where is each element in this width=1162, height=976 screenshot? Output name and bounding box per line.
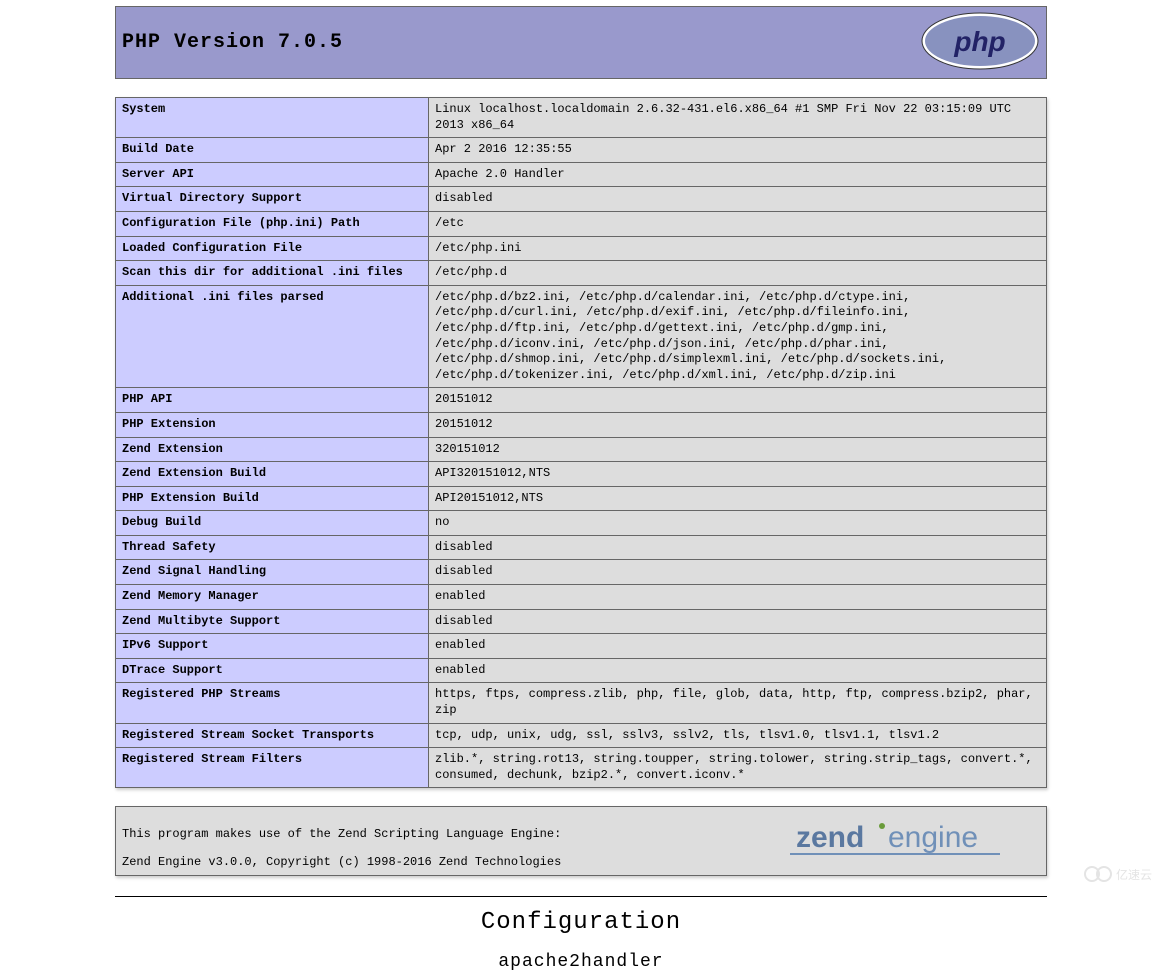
table-row: Loaded Configuration File/etc/php.ini (116, 236, 1047, 261)
row-value: enabled (429, 585, 1047, 610)
row-value: enabled (429, 634, 1047, 659)
table-row: Scan this dir for additional .ini files/… (116, 261, 1047, 286)
table-row: Debug Buildno (116, 511, 1047, 536)
table-row: IPv6 Supportenabled (116, 634, 1047, 659)
row-label: DTrace Support (116, 658, 429, 683)
php-header: PHP Version 7.0.5 php (115, 6, 1047, 79)
row-value: Linux localhost.localdomain 2.6.32-431.e… (429, 98, 1047, 138)
row-label: PHP Extension (116, 412, 429, 437)
row-value: disabled (429, 535, 1047, 560)
table-row: SystemLinux localhost.localdomain 2.6.32… (116, 98, 1047, 138)
row-label: Debug Build (116, 511, 429, 536)
svg-text:engine: engine (888, 821, 978, 854)
table-row: Virtual Directory Supportdisabled (116, 187, 1047, 212)
row-label: Registered Stream Filters (116, 748, 429, 788)
row-label: Build Date (116, 138, 429, 163)
row-value: zlib.*, string.rot13, string.toupper, st… (429, 748, 1047, 788)
table-row: Zend Extension BuildAPI320151012,NTS (116, 462, 1047, 487)
table-row: Zend Multibyte Supportdisabled (116, 609, 1047, 634)
row-value: /etc/php.d (429, 261, 1047, 286)
row-label: Zend Extension Build (116, 462, 429, 487)
row-label: Virtual Directory Support (116, 187, 429, 212)
row-value: 20151012 (429, 412, 1047, 437)
row-value: API320151012,NTS (429, 462, 1047, 487)
row-label: Loaded Configuration File (116, 236, 429, 261)
table-row: Zend Memory Managerenabled (116, 585, 1047, 610)
table-row: Registered Stream Socket Transportstcp, … (116, 723, 1047, 748)
row-label: Zend Multibyte Support (116, 609, 429, 634)
table-row: PHP Extension BuildAPI20151012,NTS (116, 486, 1047, 511)
svg-text:php: php (953, 26, 1005, 57)
table-row: Configuration File (php.ini) Path/etc (116, 211, 1047, 236)
row-value: /etc/php.d/bz2.ini, /etc/php.d/calendar.… (429, 285, 1047, 388)
row-value: disabled (429, 187, 1047, 212)
row-value: API20151012,NTS (429, 486, 1047, 511)
row-label: Server API (116, 162, 429, 187)
row-value: disabled (429, 609, 1047, 634)
row-value: /etc (429, 211, 1047, 236)
row-value: https, ftps, compress.zlib, php, file, g… (429, 683, 1047, 723)
row-label: Registered Stream Socket Transports (116, 723, 429, 748)
row-value: Apr 2 2016 12:35:55 (429, 138, 1047, 163)
table-row: Server APIApache 2.0 Handler (116, 162, 1047, 187)
row-label: Thread Safety (116, 535, 429, 560)
row-value: Apache 2.0 Handler (429, 162, 1047, 187)
row-value: /etc/php.ini (429, 236, 1047, 261)
table-row: Additional .ini files parsed/etc/php.d/b… (116, 285, 1047, 388)
svg-text:zend: zend (796, 821, 864, 854)
row-label: Zend Memory Manager (116, 585, 429, 610)
row-value: enabled (429, 658, 1047, 683)
configuration-heading: Configuration (115, 909, 1047, 936)
row-label: PHP Extension Build (116, 486, 429, 511)
row-value: tcp, udp, unix, udg, ssl, sslv3, sslv2, … (429, 723, 1047, 748)
table-row: Build DateApr 2 2016 12:35:55 (116, 138, 1047, 163)
table-row: Thread Safetydisabled (116, 535, 1047, 560)
zend-engine-logo-icon: zend engine (790, 813, 1040, 865)
table-row: PHP Extension20151012 (116, 412, 1047, 437)
section-heading: apache2handler (115, 952, 1047, 972)
table-row: Zend Signal Handlingdisabled (116, 560, 1047, 585)
row-label: Registered PHP Streams (116, 683, 429, 723)
table-row: DTrace Supportenabled (116, 658, 1047, 683)
row-value: 320151012 (429, 437, 1047, 462)
row-value: 20151012 (429, 388, 1047, 413)
row-label: PHP API (116, 388, 429, 413)
zend-engine-text: This program makes use of the Zend Scrip… (122, 813, 561, 869)
svg-text:亿速云: 亿速云 (1116, 867, 1152, 882)
page-title: PHP Version 7.0.5 (122, 31, 343, 54)
table-row: Registered Stream Filterszlib.*, string.… (116, 748, 1047, 788)
zend-engine-box: This program makes use of the Zend Scrip… (115, 806, 1047, 876)
watermark-icon: 亿速云 (1082, 862, 1154, 890)
row-label: Zend Extension (116, 437, 429, 462)
row-value: no (429, 511, 1047, 536)
row-label: Scan this dir for additional .ini files (116, 261, 429, 286)
php-logo-icon: php (920, 11, 1040, 75)
row-value: disabled (429, 560, 1047, 585)
phpinfo-table: SystemLinux localhost.localdomain 2.6.32… (115, 97, 1047, 788)
table-row: Zend Extension320151012 (116, 437, 1047, 462)
separator (115, 896, 1047, 897)
row-label: Additional .ini files parsed (116, 285, 429, 388)
row-label: Zend Signal Handling (116, 560, 429, 585)
table-row: Registered PHP Streamshttps, ftps, compr… (116, 683, 1047, 723)
row-label: Configuration File (php.ini) Path (116, 211, 429, 236)
table-row: PHP API20151012 (116, 388, 1047, 413)
row-label: IPv6 Support (116, 634, 429, 659)
row-label: System (116, 98, 429, 138)
